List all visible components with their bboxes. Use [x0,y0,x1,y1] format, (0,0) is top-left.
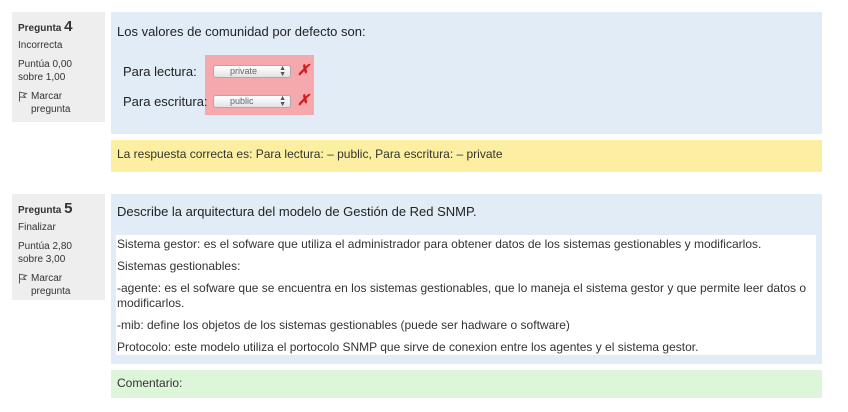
answer-row-label: Para lectura: [123,64,197,79]
question-number: 4 [64,18,73,35]
flag-icon [19,273,28,284]
question-5-info: Pregunta 5 Finalizar Puntúa 2,80 sobre 3… [12,194,105,300]
flag-question-label: Marcar pregunta [31,273,71,297]
incorrect-icon: ✗ [297,62,310,79]
answer-row-lectura: Para lectura: [123,64,197,79]
select-arrows-icon: ▲ ▼ [279,95,286,108]
flag-question-link[interactable]: Marcar pregunta [18,272,99,298]
question-text: Describe la arquitectura del modelo de G… [117,204,477,219]
question-grade: Puntúa 2,80 sobre 3,00 [18,241,72,265]
flag-question-label: Marcar pregunta [31,91,71,115]
answer-paragraph: Sistemas gestionables: [117,259,241,273]
question-4-title: Pregunta 4 [18,18,99,35]
question-state: Finalizar [18,222,56,233]
question-label: Pregunta [18,23,62,34]
feedback-text: La respuesta correcta es: Para lectura: … [117,147,503,161]
question-4-info: Pregunta 4 Incorrecta Puntúa 0,00 sobre … [12,12,105,122]
answer-paragraph: -mib: define los objetos de los sistemas… [117,318,570,332]
select-value: private [230,66,258,76]
select-escritura[interactable]: public ▲ ▼ [213,95,291,108]
question-4-content: Los valores de comunidad por defecto son… [111,12,822,134]
question-state: Incorrecta [18,40,63,51]
question-number: 5 [64,200,73,217]
question-grade: Puntúa 0,00 sobre 1,00 [18,59,72,83]
question-5-title: Pregunta 5 [18,200,99,217]
select-value: public [230,96,254,106]
correct-answer-feedback: La respuesta correcta es: Para lectura: … [111,140,822,172]
answer-paragraph: -agente: es el sofware que se encuentra … [117,281,807,310]
answer-paragraph: Protocolo: este modelo utiliza el portoc… [117,340,699,354]
answer-row-label: Para escritura: [123,94,208,109]
question-label: Pregunta [18,205,62,216]
select-arrows-icon: ▲ ▼ [279,65,286,78]
comment-box: Comentario: [111,370,822,398]
incorrect-icon: ✗ [297,92,310,109]
answer-row-escritura: Para escritura: [123,94,208,109]
comment-label: Comentario: [117,376,183,390]
answer-paragraph: Sistema gestor: es el sofware que utiliz… [117,237,762,251]
flag-icon [19,91,28,102]
essay-answer: Sistema gestor: es el sofware que utiliz… [116,235,816,355]
flag-question-link[interactable]: Marcar pregunta [18,90,99,116]
select-lectura[interactable]: private ▲ ▼ [213,65,291,78]
question-text: Los valores de comunidad por defecto son… [117,24,366,39]
